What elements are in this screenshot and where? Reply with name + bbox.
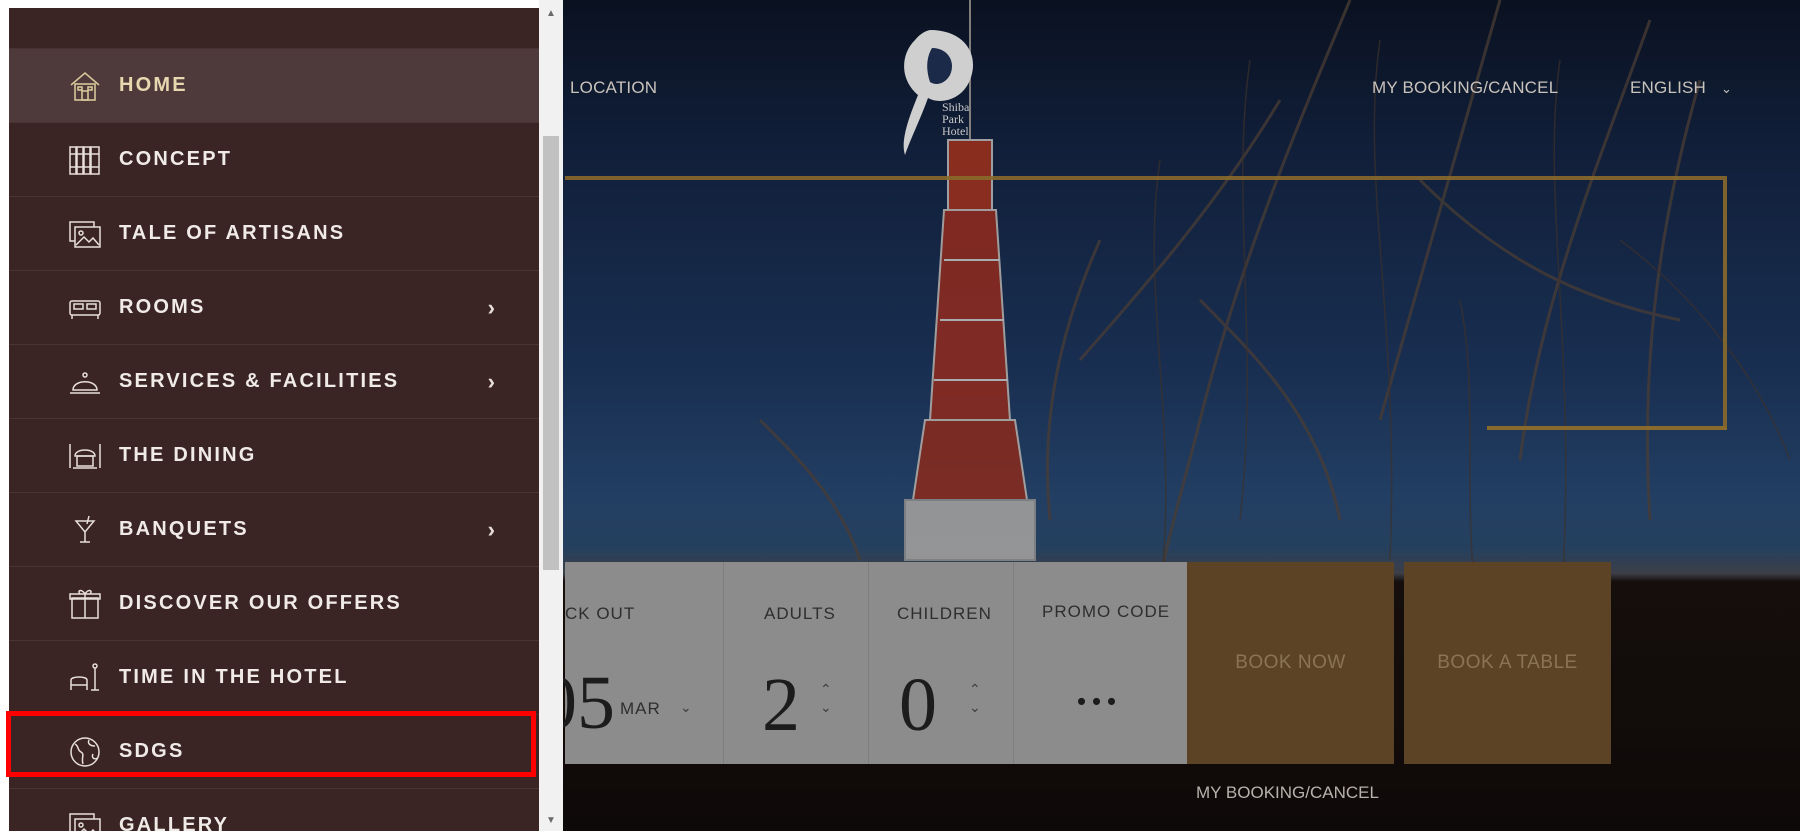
chevron-right-icon[interactable]: › [488, 369, 495, 395]
checkout-label: CK OUT [565, 604, 636, 623]
checkout-month: MAR [620, 699, 661, 718]
promo-code-value: ... [1074, 651, 1119, 717]
language-selector[interactable]: ENGLISH ⌄ [1630, 78, 1732, 98]
sidebar-item-services-facilities[interactable]: SERVICES & FACILITIES › [9, 345, 539, 419]
book-a-table-button[interactable]: BOOK A TABLE [1404, 562, 1611, 764]
sidebar-item-label: ROOMS [119, 296, 206, 318]
sidebar-item-label: THE DINING [119, 444, 257, 466]
scroll-down-arrow-icon[interactable]: ▼ [539, 811, 563, 831]
sidebar-item-label: BANQUETS [119, 518, 249, 540]
sidebar-item-label: TIME IN THE HOTEL [119, 666, 349, 688]
decorative-gold-frame-bottom [1487, 426, 1727, 430]
sidebar-item-label: HOME [119, 74, 188, 96]
gallery-icon [69, 812, 101, 831]
sidebar-item-rooms[interactable]: ROOMS › [9, 271, 539, 345]
sidebar-item-label: CONCEPT [119, 148, 233, 170]
books-icon [69, 145, 100, 175]
children-decrement-icon[interactable]: ⌄ [969, 700, 981, 714]
chevron-right-icon[interactable]: › [488, 517, 495, 543]
sidebar-item-tale-of-artisans[interactable]: TALE OF ARTISANS [9, 197, 539, 271]
sidebar-item-home[interactable]: HOME [9, 49, 539, 123]
sidebar-item-label: TALE OF ARTISANS [119, 222, 346, 244]
sidebar-item-time-in-hotel[interactable]: TIME IN THE HOTEL [9, 641, 539, 715]
scroll-up-arrow-icon[interactable]: ▲ [539, 4, 563, 24]
children-label: CHILDREN [897, 604, 992, 623]
service-bell-icon [70, 371, 100, 394]
my-booking-link[interactable]: MY BOOKING/CANCEL [1196, 783, 1379, 803]
sidebar-item-banquets[interactable]: BANQUETS › [9, 493, 539, 567]
sidebar-item-gallery[interactable]: GALLERY [9, 789, 539, 831]
hotel-logo[interactable] [880, 20, 990, 160]
book-now-button[interactable]: BOOK NOW [1187, 562, 1394, 764]
chevron-down-icon[interactable]: ⌄ [680, 700, 692, 714]
promo-code-field[interactable]: PROMO CODE ... [1013, 562, 1189, 764]
nav-my-booking[interactable]: MY BOOKING/CANCEL [1372, 78, 1558, 98]
nav-location[interactable]: LOCATION [570, 78, 657, 98]
sidebar-item-label: DISCOVER OUR OFFERS [119, 592, 402, 614]
logo-wordmark: Shiba Park Hotel [942, 100, 970, 138]
adults-field: ADULTS 2 ⌃ ⌄ [723, 562, 869, 764]
children-increment-icon[interactable]: ⌃ [969, 682, 981, 696]
lounge-icon [70, 662, 99, 691]
gift-icon [69, 589, 101, 619]
adults-value: 2 [762, 663, 800, 747]
children-field: CHILDREN 0 ⌃ ⌄ [868, 562, 1014, 764]
sidebar-item-concept[interactable]: CONCEPT [9, 123, 539, 197]
children-value: 0 [899, 663, 937, 747]
sidebar-item-label: SERVICES & FACILITIES [119, 370, 400, 392]
page-edge-top [0, 0, 539, 8]
cocktail-icon [74, 515, 96, 543]
sidebar-item-label: GALLERY [119, 814, 230, 831]
house-icon [70, 71, 100, 101]
highlight-box-sdgs [6, 711, 536, 777]
sidebar-header [9, 8, 539, 49]
chevron-right-icon[interactable]: › [488, 295, 495, 321]
sidebar-item-the-dining[interactable]: THE DINING [9, 419, 539, 493]
sidebar-item-discover-offers[interactable]: DISCOVER OUR OFFERS [9, 567, 539, 641]
decorative-gold-frame-top [565, 176, 1727, 430]
bed-icon [69, 299, 101, 319]
dining-icon [69, 443, 101, 469]
sidebar-menu: HOME CONCEPT TALE OF ARTISANS ROOMS › SE… [9, 8, 539, 831]
chevron-down-icon: ⌄ [1720, 81, 1733, 96]
sidebar-scrollbar[interactable]: ▲ ▼ [539, 0, 563, 831]
adults-decrement-icon[interactable]: ⌄ [820, 700, 832, 714]
adults-increment-icon[interactable]: ⌃ [820, 682, 832, 696]
gallery-icon [69, 220, 101, 248]
promo-code-label: PROMO CODE [1042, 602, 1171, 621]
language-label: ENGLISH [1630, 78, 1707, 97]
adults-label: ADULTS [764, 604, 836, 623]
page-edge-left [0, 0, 9, 831]
scrollbar-thumb[interactable] [543, 136, 559, 570]
